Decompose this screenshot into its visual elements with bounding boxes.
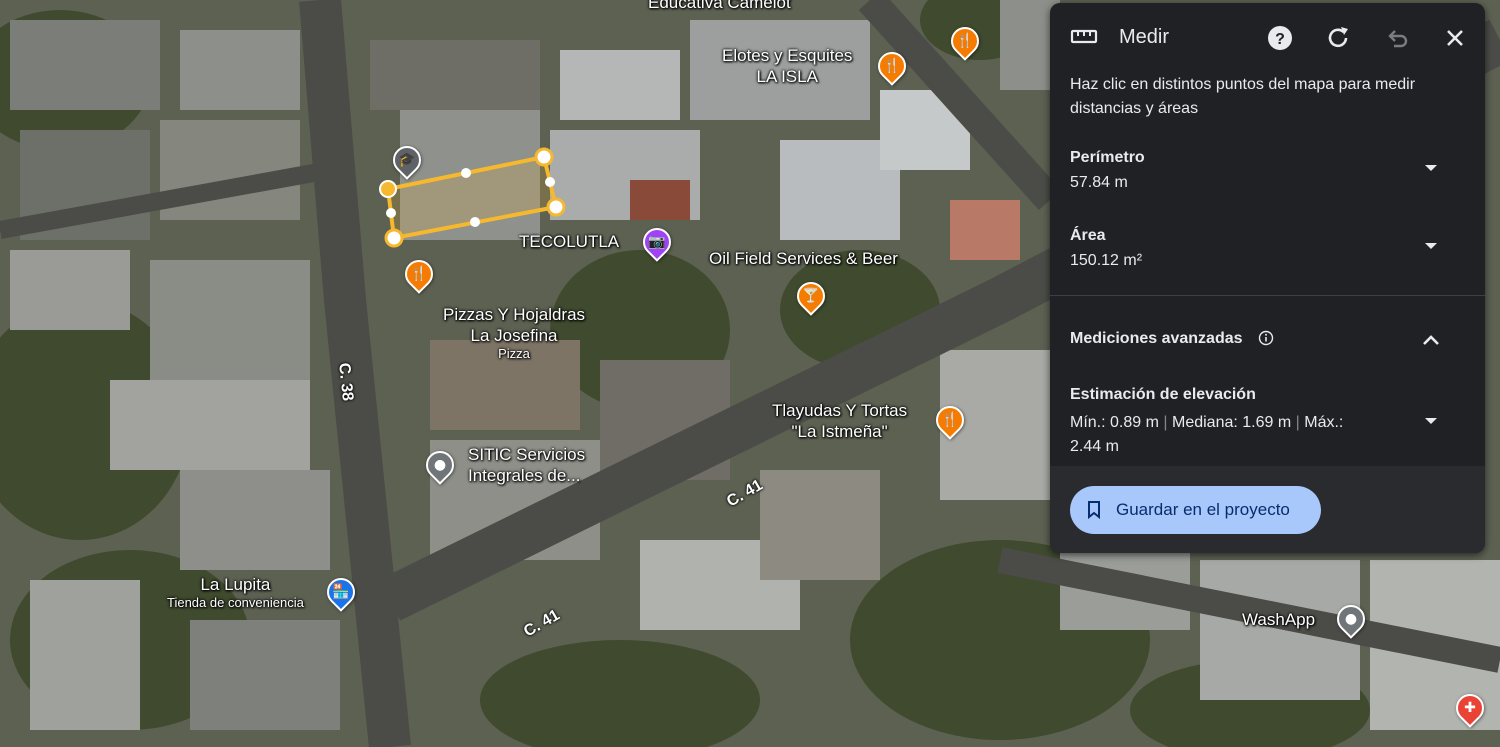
measure-midpoint [386, 208, 396, 218]
panel-header: Medir ? [1050, 3, 1485, 71]
store-icon: 🏪 [332, 584, 350, 600]
section-divider [1050, 295, 1485, 296]
elevation-expand-icon[interactable] [1425, 418, 1437, 424]
place-label-line: Pizzas Y Hojaldras [443, 305, 586, 324]
place-label-tecolutla[interactable]: TECOLUTLA [519, 231, 619, 252]
advanced-measurements-header[interactable]: Mediciones avanzadas [1050, 318, 1485, 358]
graduation-cap-icon: 🎓 [398, 152, 416, 168]
area-expand-icon[interactable] [1425, 243, 1437, 249]
place-label-line: Integrales de... [468, 466, 581, 485]
place-label-line: LA ISLA [756, 67, 818, 86]
measure-midpoint [470, 217, 480, 227]
svg-text:?: ? [1275, 31, 1285, 48]
place-label-elotes[interactable]: Elotes y Esquites LA ISLA [722, 45, 852, 87]
place-label-line: La Lupita [200, 575, 271, 594]
place-label-washapp[interactable]: WashApp [1242, 609, 1315, 630]
place-label-line: SITIC Servicios [468, 445, 586, 464]
measure-midpoint [545, 177, 555, 187]
measure-midpoint [461, 168, 471, 178]
place-label-line: Tlayudas Y Tortas [772, 401, 908, 420]
restaurant-icon: 🍴 [941, 412, 959, 428]
elevation-median: Mediana: 1.69 m [1171, 414, 1292, 431]
place-label-lupita[interactable]: La Lupita Tienda de conveniencia [167, 574, 304, 611]
elevation-max-label: Máx.: [1304, 414, 1344, 431]
restaurant-icon: 🍴 [883, 58, 901, 74]
elevation-max-value: 2.44 m [1070, 438, 1119, 455]
hospital-icon: ✚ [1464, 700, 1476, 716]
value-separator: | [1295, 414, 1300, 431]
value-separator: | [1163, 414, 1168, 431]
place-dot-icon: ● [433, 457, 447, 473]
save-to-project-button[interactable]: Guardar en el proyecto [1070, 486, 1321, 534]
info-icon[interactable] [1258, 330, 1274, 346]
elevation-values: Mín.: 0.89 m | Mediana: 1.69 m | Máx.: 2… [1070, 411, 1410, 459]
perimeter-label: Perímetro [1070, 149, 1145, 166]
ruler-icon [1070, 29, 1098, 44]
restaurant-icon: 🍴 [956, 33, 974, 49]
bookmark-icon [1088, 501, 1100, 519]
place-dot-icon: ● [1344, 611, 1358, 627]
cocktail-icon: 🍸 [802, 288, 820, 304]
measure-vertex [384, 228, 404, 248]
place-label-pizzas[interactable]: Pizzas Y Hojaldras La Josefina Pizza [443, 304, 585, 362]
place-label-sitic[interactable]: SITIC Servicios Integrales de... [468, 444, 585, 486]
road-label-c38: C. 38 [335, 362, 356, 402]
refresh-icon[interactable] [1323, 23, 1353, 53]
restaurant-icon: 🍴 [410, 266, 428, 282]
perimeter-expand-icon[interactable] [1425, 165, 1437, 171]
elevation-label: Estimación de elevación [1070, 386, 1256, 403]
elevation-min: Mín.: 0.89 m [1070, 414, 1159, 431]
perimeter-value: 57.84 m [1070, 174, 1128, 191]
help-icon[interactable]: ? [1265, 23, 1295, 53]
place-label-line: Elotes y Esquites [722, 46, 853, 65]
area-label: Área [1070, 227, 1106, 244]
place-label-camelot[interactable]: Educativa Camelot [648, 0, 791, 13]
place-label-line: "La Istmeña" [791, 422, 888, 441]
close-icon[interactable] [1440, 23, 1470, 53]
panel-title: Medir [1119, 26, 1170, 48]
place-label-line: La Josefina [470, 326, 558, 345]
panel-description: Haz clic en distintos puntos del mapa pa… [1070, 76, 1416, 117]
undo-icon[interactable] [1382, 23, 1412, 53]
place-label-tlayudas[interactable]: Tlayudas Y Tortas "La Istmeña" [772, 400, 907, 442]
advanced-label: Mediciones avanzadas [1070, 330, 1243, 347]
measure-panel: Medir ? Haz clic en distintos puntos del… [1050, 3, 1485, 553]
measure-vertex [534, 147, 554, 167]
camera-icon: 📷 [648, 234, 666, 250]
place-category: Tienda de conveniencia [167, 595, 304, 610]
measure-vertex [546, 197, 566, 217]
place-category: Pizza [498, 346, 530, 361]
save-button-label: Guardar en el proyecto [1116, 500, 1290, 519]
place-label-oil-field[interactable]: Oil Field Services & Beer [709, 248, 898, 269]
chevron-up-icon[interactable] [1421, 333, 1441, 347]
area-value: 150.12 m² [1070, 252, 1143, 269]
measure-vertex [379, 180, 397, 198]
